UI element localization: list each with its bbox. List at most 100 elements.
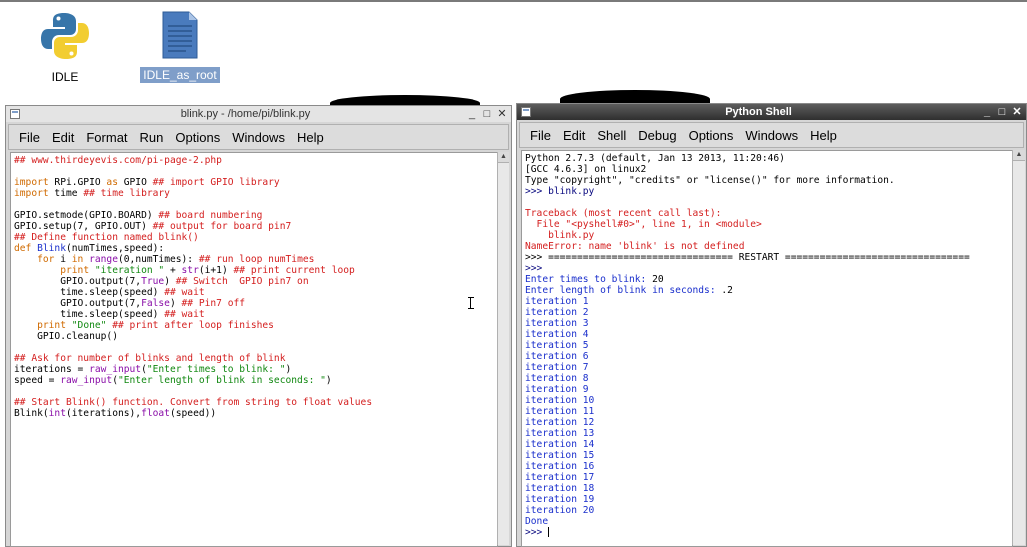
- code-line-segment: time: [48, 188, 84, 199]
- menu-edit[interactable]: Edit: [557, 128, 591, 143]
- code-line: ## Define function named blink(): [14, 232, 494, 243]
- menu-windows[interactable]: Windows: [739, 128, 804, 143]
- shell-line: iteration 17: [525, 472, 1009, 483]
- code-line-segment: float: [141, 408, 170, 419]
- shell-output-area[interactable]: Python 2.7.3 (default, Jan 13 2013, 11:2…: [521, 150, 1013, 547]
- editor-scrollbar[interactable]: ▲: [497, 152, 509, 545]
- shell-line-segment: iteration 4: [525, 329, 589, 340]
- code-line-segment: GPIO.output(7,: [14, 276, 142, 287]
- maximize-icon[interactable]: □: [482, 109, 492, 120]
- code-line-segment: ## wait: [164, 287, 205, 298]
- code-line-segment: ## wait: [164, 309, 205, 320]
- desktop-icon-idle[interactable]: IDLE: [20, 10, 110, 86]
- menu-help[interactable]: Help: [291, 130, 330, 145]
- minimize-icon[interactable]: _: [982, 107, 992, 118]
- shell-line-segment: .2: [721, 285, 733, 296]
- maximize-icon[interactable]: □: [997, 107, 1007, 118]
- close-icon[interactable]: ✕: [1012, 107, 1022, 118]
- shell-line: iteration 7: [525, 362, 1009, 373]
- shell-line-segment: NameError: name 'blink' is not defined: [525, 241, 745, 252]
- code-line-segment: for: [37, 254, 55, 265]
- code-line: print "iteration " + str(i+1) ## print c…: [14, 265, 494, 276]
- code-line: ## www.thirdeyevis.com/pi-page-2.php: [14, 155, 494, 166]
- shell-line-segment: Type "copyright", "credits" or "license(…: [525, 175, 895, 186]
- menu-edit[interactable]: Edit: [46, 130, 80, 145]
- shell-titlebar[interactable]: Python Shell _ □ ✕: [517, 104, 1026, 120]
- shell-line-segment: iteration 11: [525, 406, 595, 417]
- code-line: ## Ask for number of blinks and length o…: [14, 353, 494, 364]
- menu-shell[interactable]: Shell: [591, 128, 632, 143]
- code-line-segment: "Enter times to blink: ": [146, 364, 286, 375]
- shell-menubar: File Edit Shell Debug Options Windows He…: [519, 122, 1024, 148]
- text-caret: [548, 527, 550, 537]
- shell-line-segment: iteration 17: [525, 472, 595, 483]
- code-line-segment: ): [285, 364, 292, 375]
- shell-line-segment: iteration 20: [525, 505, 595, 516]
- scroll-up-icon[interactable]: ▲: [1013, 150, 1025, 161]
- code-line-segment: (iterations),: [65, 408, 142, 419]
- shell-line-segment: iteration 3: [525, 318, 589, 329]
- shell-line: [GCC 4.6.3] on linux2: [525, 164, 1009, 175]
- shell-line: iteration 2: [525, 307, 1009, 318]
- code-line: time.sleep(speed) ## wait: [14, 309, 494, 320]
- code-line-segment: range: [89, 254, 118, 265]
- menu-file[interactable]: File: [524, 128, 557, 143]
- window-menu-icon[interactable]: [10, 109, 20, 119]
- menu-file[interactable]: File: [13, 130, 46, 145]
- shell-line-segment: iteration 10: [525, 395, 595, 406]
- shell-line: >>>: [525, 263, 1009, 274]
- code-line: GPIO.setup(7, GPIO.OUT) ## output for bo…: [14, 221, 494, 232]
- window-menu-icon[interactable]: [521, 107, 531, 117]
- menu-run[interactable]: Run: [134, 130, 170, 145]
- shell-line: >>> blink.py: [525, 186, 1009, 197]
- shell-line: iteration 3: [525, 318, 1009, 329]
- shell-window: Python Shell _ □ ✕ File Edit Shell Debug…: [516, 103, 1027, 547]
- shell-line-segment: iteration 8: [525, 373, 589, 384]
- shell-line: iteration 8: [525, 373, 1009, 384]
- code-line-segment: ): [169, 298, 182, 309]
- scroll-up-icon[interactable]: ▲: [498, 152, 509, 163]
- code-line: time.sleep(speed) ## wait: [14, 287, 494, 298]
- shell-scrollbar[interactable]: ▲: [1012, 150, 1025, 545]
- shell-line-segment: Enter length of blink in seconds:: [525, 285, 722, 296]
- menu-debug[interactable]: Debug: [632, 128, 682, 143]
- shell-line-segment: iteration 1: [525, 296, 589, 307]
- shell-line-segment: >>>: [525, 263, 543, 274]
- shell-line-segment: Enter times to blink:: [525, 274, 653, 285]
- minimize-icon[interactable]: _: [467, 109, 477, 120]
- shell-line-segment: >>> blink.py: [525, 186, 595, 197]
- desktop-icon-idle-as-root[interactable]: IDLE_as_root: [135, 10, 225, 84]
- menu-options[interactable]: Options: [683, 128, 740, 143]
- code-line-segment: (0,numTimes):: [118, 254, 199, 265]
- code-line-segment: (speed)): [169, 408, 217, 419]
- menu-format[interactable]: Format: [80, 130, 133, 145]
- code-line-segment: ): [164, 276, 176, 287]
- menu-help[interactable]: Help: [804, 128, 843, 143]
- shell-line: Done: [525, 516, 1009, 527]
- code-line-segment: print: [37, 320, 66, 331]
- shell-text: Python 2.7.3 (default, Jan 13 2013, 11:2…: [522, 151, 1012, 540]
- code-line: def Blink(numTimes,speed):: [14, 243, 494, 254]
- shell-line: iteration 15: [525, 450, 1009, 461]
- code-line: GPIO.cleanup(): [14, 331, 494, 342]
- code-text: ## www.thirdeyevis.com/pi-page-2.php impo…: [11, 153, 497, 421]
- code-editor-area[interactable]: ## www.thirdeyevis.com/pi-page-2.php impo…: [10, 152, 498, 547]
- code-line: GPIO.setmode(GPIO.BOARD) ## board number…: [14, 210, 494, 221]
- menu-windows[interactable]: Windows: [226, 130, 291, 145]
- menu-options[interactable]: Options: [169, 130, 226, 145]
- shell-line-segment: >>>: [525, 527, 549, 538]
- shell-line-segment: Traceback (most recent call last):: [525, 208, 722, 219]
- editor-titlebar[interactable]: blink.py - /home/pi/blink.py _ □ ✕: [6, 106, 511, 122]
- code-line-segment: time.sleep(speed): [14, 287, 165, 298]
- shell-title: Python Shell: [725, 106, 792, 118]
- code-line-segment: [14, 265, 60, 276]
- shell-line-segment: 20: [652, 274, 664, 285]
- close-icon[interactable]: ✕: [497, 109, 507, 120]
- shell-line-segment: >>> ================================ RES…: [525, 252, 970, 263]
- shell-line: iteration 13: [525, 428, 1009, 439]
- code-line-segment: iterations =: [14, 364, 90, 375]
- code-line-segment: ## import GPIO library: [152, 177, 280, 188]
- shell-line-segment: iteration 5: [525, 340, 589, 351]
